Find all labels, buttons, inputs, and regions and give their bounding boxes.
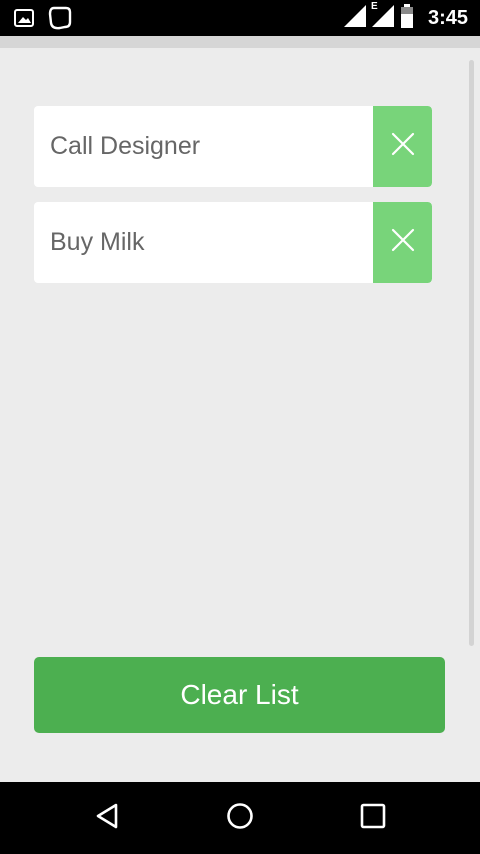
todo-list-area[interactable]: Call Designer Buy Milk Clear List	[0, 48, 480, 782]
recents-button[interactable]	[353, 800, 393, 836]
close-icon	[391, 132, 415, 161]
back-button[interactable]	[87, 800, 127, 836]
app-bar	[0, 36, 480, 48]
remove-item-button[interactable]	[373, 202, 432, 283]
home-button[interactable]	[220, 800, 260, 836]
scrollbar[interactable]	[469, 60, 474, 646]
navigation-bar	[0, 782, 480, 854]
todo-text: Call Designer	[50, 132, 201, 160]
todo-text: Buy Milk	[50, 228, 145, 256]
todo-item[interactable]: Buy Milk	[34, 202, 432, 283]
battery-icon	[400, 4, 414, 33]
todo-item[interactable]: Call Designer	[34, 106, 432, 187]
recents-icon	[360, 803, 386, 834]
image-icon	[14, 9, 34, 32]
close-icon	[391, 228, 415, 257]
status-bar: E 3:45	[0, 0, 480, 36]
back-icon	[94, 802, 120, 835]
home-icon	[226, 802, 254, 835]
lte-signal-icon: E	[371, 1, 394, 32]
network-type-label: E	[370, 1, 378, 12]
remove-item-button[interactable]	[373, 106, 432, 187]
signal-icon	[343, 5, 366, 32]
chat-bubble-icon	[48, 6, 72, 35]
clear-list-button[interactable]: Clear List	[34, 657, 445, 733]
status-time: 3:45	[427, 7, 468, 29]
